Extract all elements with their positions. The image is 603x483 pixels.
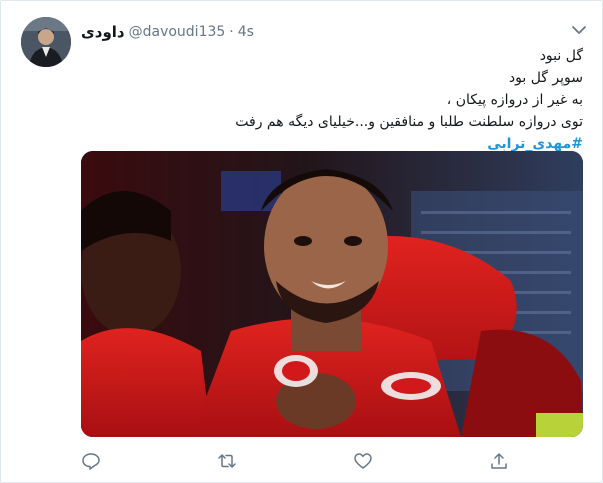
retweet-icon[interactable]	[217, 451, 239, 473]
tweet-line: توی دروازه سلطنت طلبا و منافقین و...خیلی…	[235, 114, 583, 130]
tweet-photo[interactable]	[81, 151, 583, 437]
tweet-text: گل نبود سوپر گل بود به غیر از دروازه پیک…	[103, 45, 583, 155]
share-icon[interactable]	[489, 451, 511, 473]
separator-dot: ·	[229, 24, 234, 40]
author-name[interactable]: داودی	[81, 23, 125, 41]
tweet-header: داودی @davoudi135 · 4s	[81, 21, 254, 43]
tweet-line: گل نبود	[539, 48, 583, 64]
reply-icon[interactable]	[81, 451, 103, 473]
timestamp[interactable]: 4s	[238, 24, 254, 40]
tweet-line: به غیر از دروازه پیکان ،	[446, 92, 583, 108]
tweet-actions	[81, 451, 521, 473]
tweet-card[interactable]: داودی @davoudi135 · 4s گل نبود سوپر گل ب…	[0, 0, 603, 483]
hashtag-link[interactable]: #مهدی_ترابی	[487, 136, 583, 152]
chevron-down-icon[interactable]	[570, 21, 588, 39]
heart-icon[interactable]	[353, 451, 375, 473]
avatar[interactable]	[21, 17, 71, 67]
avatar-image	[21, 17, 71, 67]
photo-football-players	[81, 151, 583, 437]
tweet-line: سوپر گل بود	[508, 70, 583, 86]
author-handle[interactable]: @davoudi135	[129, 24, 226, 40]
